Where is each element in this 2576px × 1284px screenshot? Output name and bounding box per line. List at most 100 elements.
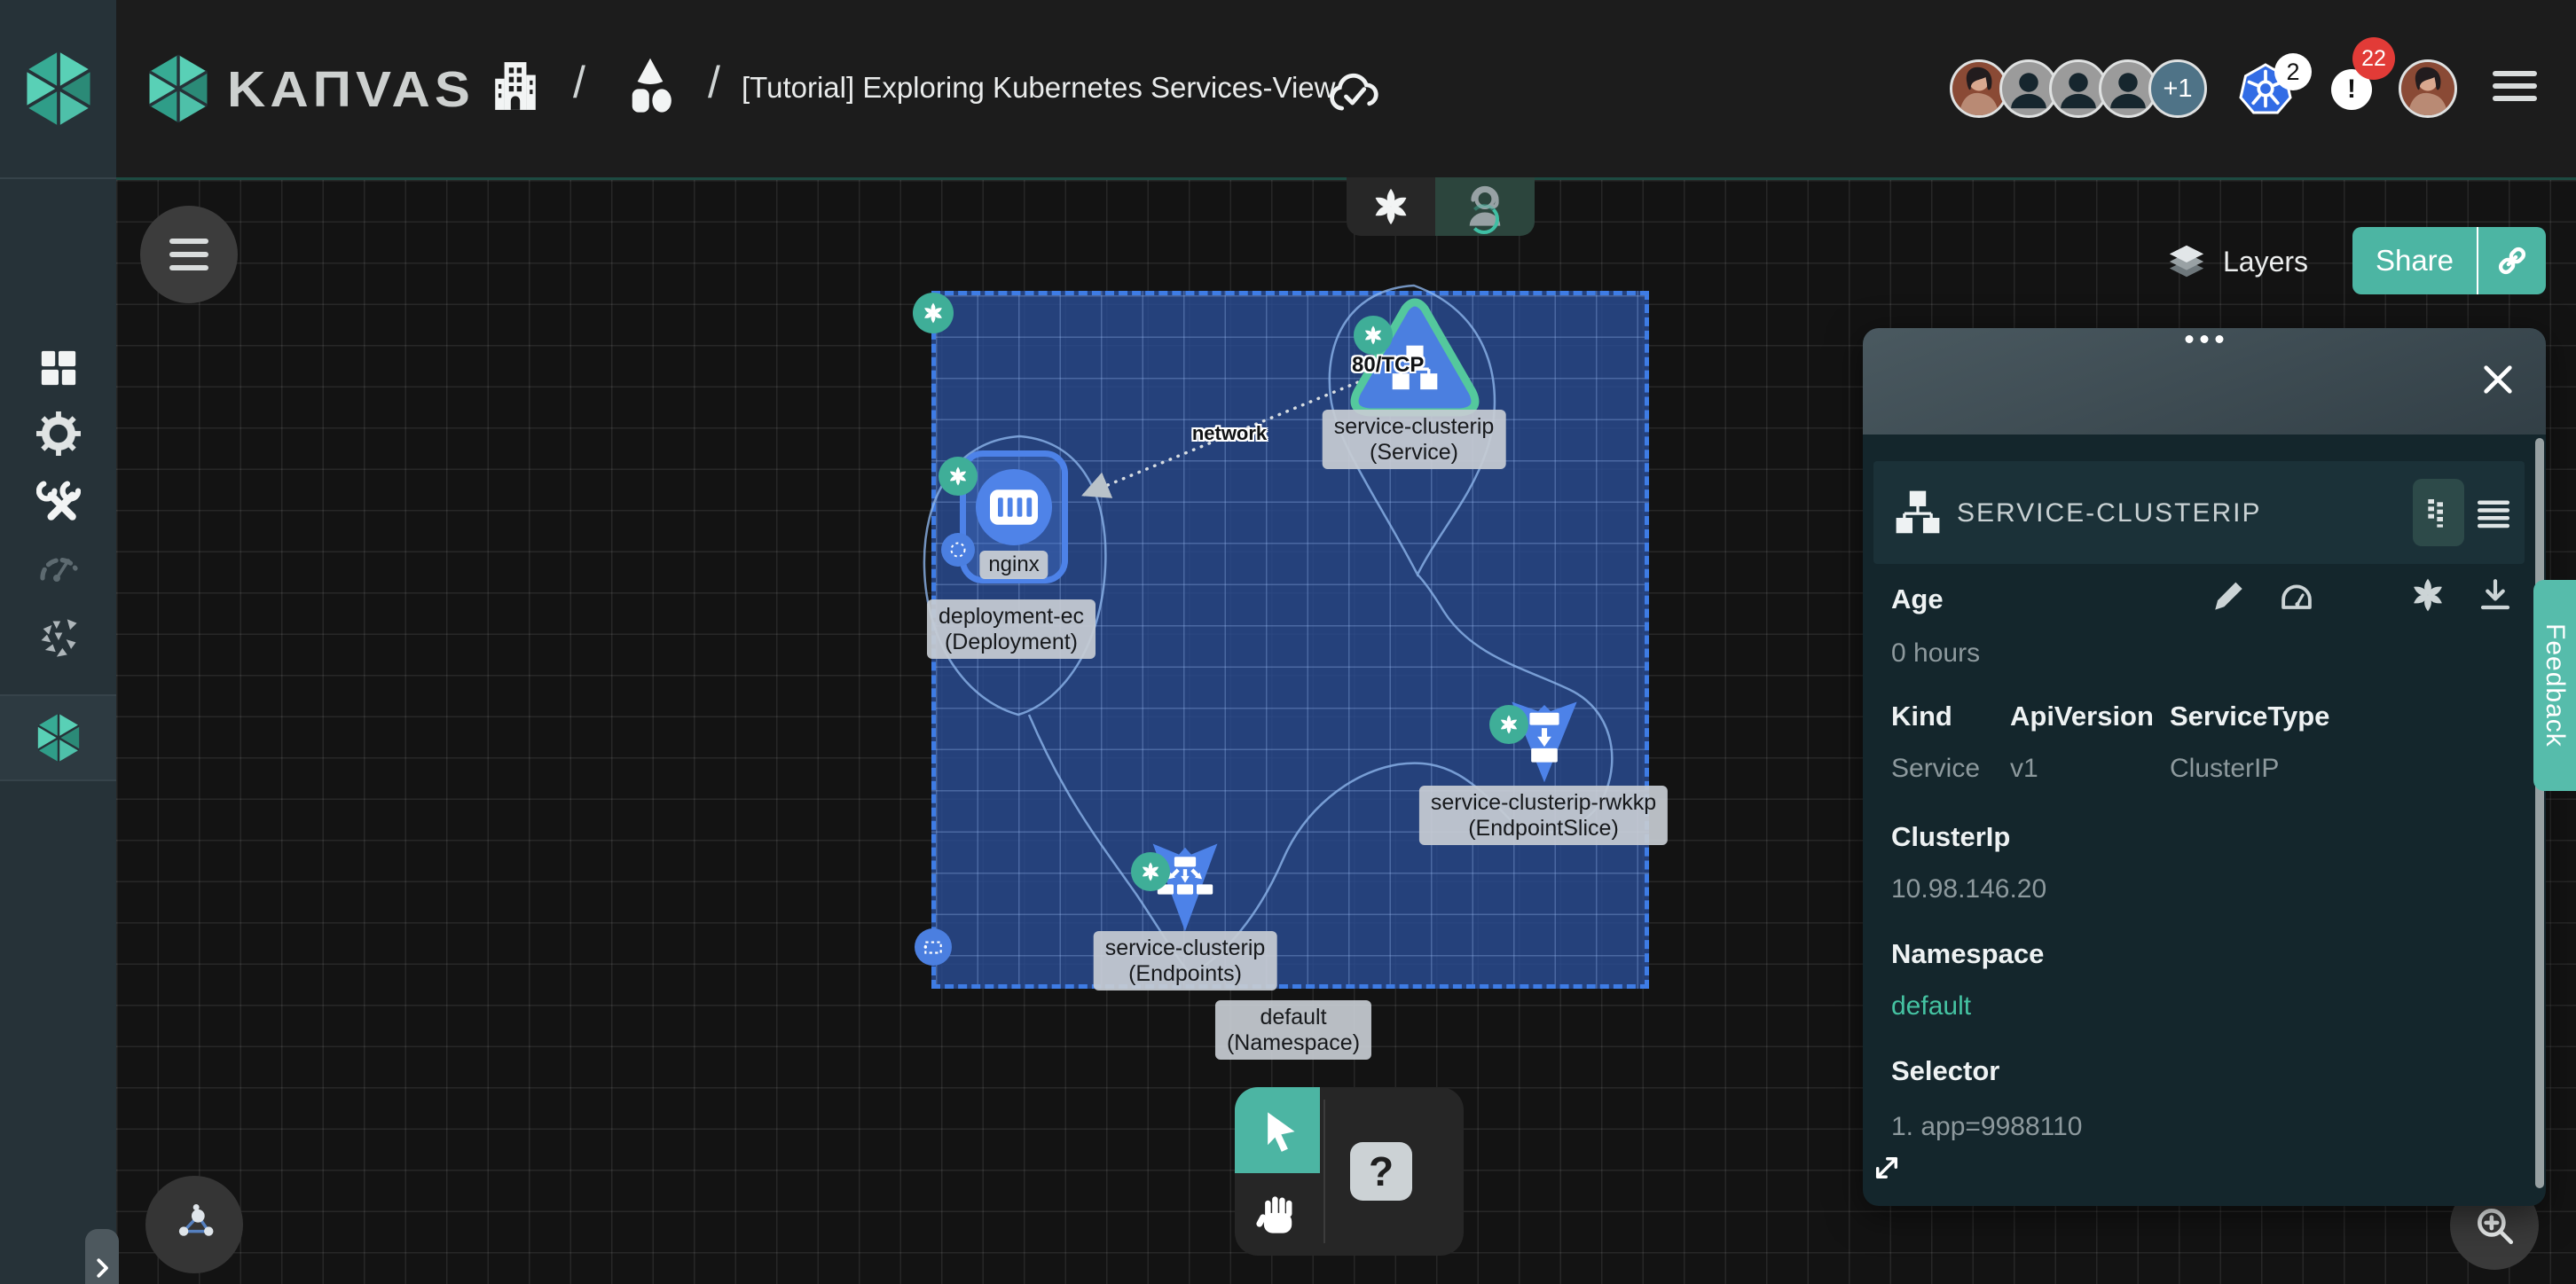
drag-handle-icon[interactable] bbox=[2186, 335, 2224, 343]
zoom-in-icon bbox=[2472, 1203, 2517, 1248]
download-icon[interactable] bbox=[2477, 576, 2514, 614]
field-label-clusterip: ClusterIp bbox=[1891, 821, 2010, 853]
sidebar-item-performance[interactable] bbox=[37, 544, 80, 587]
left-sidebar: ? v0.8.132 bbox=[0, 177, 116, 1284]
node-label-deployment[interactable]: deployment-ec (Deployment) bbox=[927, 599, 1096, 659]
meshery-icon bbox=[1370, 186, 1411, 227]
resize-expand-icon[interactable] bbox=[1870, 1151, 1904, 1185]
cursor-icon bbox=[1254, 1108, 1300, 1154]
endpoints-meshery-badge[interactable] bbox=[1131, 852, 1170, 891]
field-value-clusterip: 10.98.146.20 bbox=[1891, 874, 2046, 904]
node-label-namespace[interactable]: default (Namespace) bbox=[1215, 1000, 1371, 1060]
header-menu-button[interactable] bbox=[2493, 71, 2537, 101]
selection-meshery-badge[interactable] bbox=[913, 293, 954, 333]
shapes-icon bbox=[623, 55, 678, 119]
view-toggle-compact[interactable] bbox=[2413, 479, 2464, 546]
share-button[interactable]: Share bbox=[2352, 227, 2546, 294]
resource-title-bar: SERVICE-CLUSTERIP bbox=[1873, 461, 2525, 564]
organization-icon bbox=[490, 57, 541, 115]
select-mode-button[interactable] bbox=[1235, 1087, 1320, 1173]
field-value-apiversion: v1 bbox=[2010, 754, 2038, 784]
toolbar-divider bbox=[1323, 1100, 1325, 1243]
sidebar-expand-tab[interactable] bbox=[85, 1229, 119, 1284]
deployment-meshery-badge[interactable] bbox=[939, 457, 978, 496]
graph-layout-button[interactable] bbox=[145, 1176, 243, 1273]
field-value-namespace-link[interactable]: default bbox=[1891, 991, 1971, 1022]
link-icon bbox=[2494, 243, 2530, 278]
panel-scrollbar[interactable] bbox=[2535, 438, 2544, 1188]
container-name-label: nginx bbox=[979, 551, 1048, 579]
gauge-icon bbox=[37, 544, 80, 587]
field-label-kind: Kind bbox=[1891, 701, 1952, 732]
app-header: KAΠVAS / / [Tutorial] Exploring Kubernet… bbox=[0, 0, 2576, 177]
dashboard-icon bbox=[38, 348, 79, 388]
hamburger-icon bbox=[2493, 71, 2537, 76]
field-label-age: Age bbox=[1891, 583, 1944, 615]
list-view-icon bbox=[2475, 495, 2512, 532]
field-value-kind: Service bbox=[1891, 754, 1980, 784]
feedback-tab[interactable]: Feedback bbox=[2533, 580, 2576, 791]
notification-count-badge: 22 bbox=[2352, 37, 2395, 80]
share-label: Share bbox=[2352, 227, 2477, 294]
field-label-servicetype: ServiceType bbox=[2170, 701, 2329, 732]
canvas-menu-button[interactable] bbox=[140, 206, 238, 303]
service-meshery-badge[interactable] bbox=[1354, 316, 1393, 355]
sidebar-item-kanvas[interactable] bbox=[34, 711, 83, 764]
field-value-age: 0 hours bbox=[1891, 638, 1980, 669]
wrenches-icon bbox=[36, 481, 81, 525]
kubernetes-context-button[interactable]: 2 bbox=[2239, 62, 2310, 121]
details-panel: SERVICE-CLUSTERIP Age 0 hours Kind ApiVe… bbox=[1863, 328, 2546, 1206]
loading-spinner bbox=[1469, 204, 1499, 234]
organization-breadcrumb[interactable] bbox=[490, 57, 541, 120]
layers-icon bbox=[2166, 241, 2207, 282]
pie-triangles-icon bbox=[35, 615, 82, 662]
service-port-label: 80/TCP bbox=[1352, 353, 1424, 378]
service-kind-icon bbox=[1895, 489, 1941, 536]
panel-header[interactable] bbox=[1863, 328, 2546, 435]
edge-label: network bbox=[1192, 422, 1267, 445]
node-label-endpoints[interactable]: service-clusterip (Endpoints) bbox=[1094, 931, 1277, 990]
node-label-service[interactable]: service-clusterip (Service) bbox=[1323, 410, 1506, 469]
view-toggle-list[interactable] bbox=[2473, 493, 2514, 534]
notifications-button[interactable]: ! 22 bbox=[2331, 69, 2393, 122]
field-value-selector: 1. app=9988110 bbox=[1891, 1112, 2083, 1142]
collaborator-avatars[interactable]: +1 bbox=[1950, 59, 2207, 118]
dashboard-gauge-icon[interactable] bbox=[2278, 576, 2315, 614]
field-label-selector: Selector bbox=[1891, 1055, 1999, 1087]
node-label-endpointslice[interactable]: service-clusterip-rwkkp (EndpointSlice) bbox=[1419, 786, 1668, 845]
avatar-overflow[interactable]: +1 bbox=[2148, 59, 2207, 118]
pan-mode-button[interactable] bbox=[1235, 1173, 1320, 1256]
selection-handle-badge[interactable] bbox=[915, 928, 952, 966]
cloud-sync-status bbox=[1327, 67, 1382, 120]
endpointslice-meshery-badge[interactable] bbox=[1489, 705, 1528, 744]
sidebar-item-dashboard[interactable] bbox=[38, 348, 79, 388]
hand-icon bbox=[1254, 1192, 1300, 1238]
designs-breadcrumb[interactable] bbox=[623, 55, 678, 123]
cloud-check-icon bbox=[1327, 67, 1382, 115]
kanvas-logo-icon bbox=[21, 48, 96, 129]
design-title[interactable]: [Tutorial] Exploring Kubernetes Services… bbox=[742, 71, 1335, 105]
menu-icon bbox=[169, 239, 208, 244]
layers-control[interactable]: Layers bbox=[2166, 241, 2308, 282]
chevron-right-icon bbox=[89, 1255, 115, 1281]
graph-icon bbox=[171, 1202, 217, 1248]
meshery-action-icon[interactable] bbox=[2409, 576, 2446, 614]
brand[interactable]: KAΠVAS bbox=[144, 51, 475, 126]
compact-view-icon bbox=[2421, 495, 2456, 530]
support-tool-button[interactable] bbox=[1435, 177, 1535, 236]
meshery-tool-button[interactable] bbox=[1347, 177, 1435, 236]
breadcrumb-separator-2: / bbox=[708, 57, 720, 108]
profile-avatar[interactable] bbox=[2399, 59, 2457, 118]
sidebar-item-lifecycle[interactable] bbox=[36, 411, 81, 456]
copy-link-button[interactable] bbox=[2478, 227, 2546, 294]
close-icon[interactable] bbox=[2480, 362, 2516, 397]
panel-title: SERVICE-CLUSTERIP bbox=[1957, 498, 2262, 528]
edit-icon[interactable] bbox=[2211, 576, 2248, 614]
help-mode-button[interactable]: ? bbox=[1350, 1142, 1412, 1201]
sidebar-item-configuration[interactable] bbox=[36, 481, 81, 525]
sidebar-logo[interactable] bbox=[0, 0, 116, 177]
canvas-top-toolbar bbox=[1347, 177, 1535, 236]
sidebar-item-extensions[interactable] bbox=[35, 615, 82, 662]
deployment-status-badge[interactable] bbox=[941, 533, 975, 567]
kanvas-hexagon-icon bbox=[34, 711, 83, 764]
